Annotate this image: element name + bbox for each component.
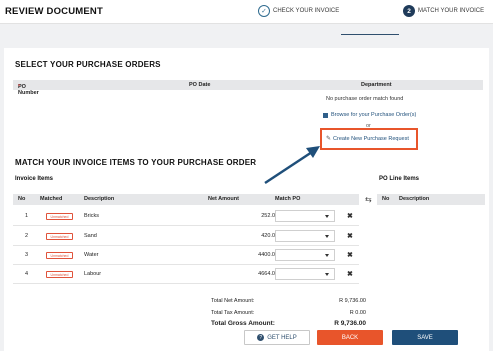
- close-icon[interactable]: ✖: [347, 232, 353, 240]
- row-number: 4: [25, 271, 29, 277]
- col-po-no: No: [382, 196, 390, 202]
- status-badge: Unmatched: [46, 213, 73, 220]
- po-line-items-label: PO Line Items: [379, 176, 420, 182]
- row-amount: 420.0: [261, 233, 275, 239]
- match-po-select[interactable]: [275, 210, 335, 222]
- chevron-down-icon: [325, 235, 329, 238]
- section-title-match: MATCH YOUR INVOICE ITEMS TO YOUR PURCHAS…: [15, 158, 257, 167]
- total-net-label: Total Net Amount:: [211, 298, 255, 304]
- row-amount: 4400.0: [258, 252, 275, 258]
- close-icon[interactable]: ✖: [347, 212, 353, 220]
- chevron-down-icon: [325, 273, 329, 276]
- swap-icon[interactable]: ⇆: [365, 195, 372, 204]
- col-po-description: Description: [399, 196, 430, 202]
- row-description: Water: [84, 252, 99, 258]
- row-description: Bricks: [84, 213, 99, 219]
- table-row: 1 Unmatched Bricks 252.0 ✖: [13, 207, 359, 226]
- total-net-value: R 9,736.00: [339, 298, 366, 304]
- back-button[interactable]: BACK: [317, 330, 383, 345]
- total-tax-label: Total Tax Amount:: [211, 310, 255, 316]
- close-icon[interactable]: ✖: [347, 270, 353, 278]
- col-match-po: Match PO: [275, 196, 301, 202]
- help-icon: ?: [257, 334, 265, 341]
- row-amount: 4664.0: [258, 271, 275, 277]
- row-description: Labour: [84, 271, 102, 277]
- total-tax-value: R 0.00: [349, 310, 366, 316]
- row-amount: 252.0: [261, 213, 275, 219]
- save-button[interactable]: SAVE: [392, 330, 458, 345]
- status-badge: Unmatched: [46, 271, 73, 278]
- row-number: 2: [25, 233, 29, 239]
- get-help-label: GET HELP: [267, 334, 297, 341]
- close-icon[interactable]: ✖: [347, 251, 353, 259]
- row-description: Sand: [84, 233, 97, 239]
- get-help-button[interactable]: ? GET HELP: [244, 330, 310, 345]
- col-description: Description: [84, 196, 115, 202]
- po-lines-table-header: No Description: [377, 194, 485, 205]
- total-gross-value: R 9,736.00: [334, 320, 366, 327]
- chevron-down-icon: [325, 215, 329, 218]
- table-row: 3 Unmatched Water 4400.0 ✖: [13, 246, 359, 265]
- chevron-down-icon: [325, 254, 329, 257]
- match-po-select[interactable]: [275, 268, 335, 280]
- status-badge: Unmatched: [46, 252, 73, 259]
- col-no: No: [18, 196, 26, 202]
- row-number: 1: [25, 213, 29, 219]
- table-row: 4 Unmatched Labour 4664.0 ✖: [13, 265, 359, 284]
- invoice-items-label: Invoice Items: [15, 176, 54, 182]
- table-row: 2 Unmatched Sand 420.0 ✖: [13, 227, 359, 246]
- match-po-select[interactable]: [275, 249, 335, 261]
- match-po-select[interactable]: [275, 230, 335, 242]
- status-badge: Unmatched: [46, 233, 73, 240]
- row-number: 3: [25, 252, 29, 258]
- col-net-amount: Net Amount: [208, 196, 239, 202]
- invoice-table-header: No Matched Description Net Amount Match …: [13, 194, 359, 205]
- col-matched: Matched: [40, 196, 63, 202]
- total-gross-label: Total Gross Amount:: [211, 320, 275, 327]
